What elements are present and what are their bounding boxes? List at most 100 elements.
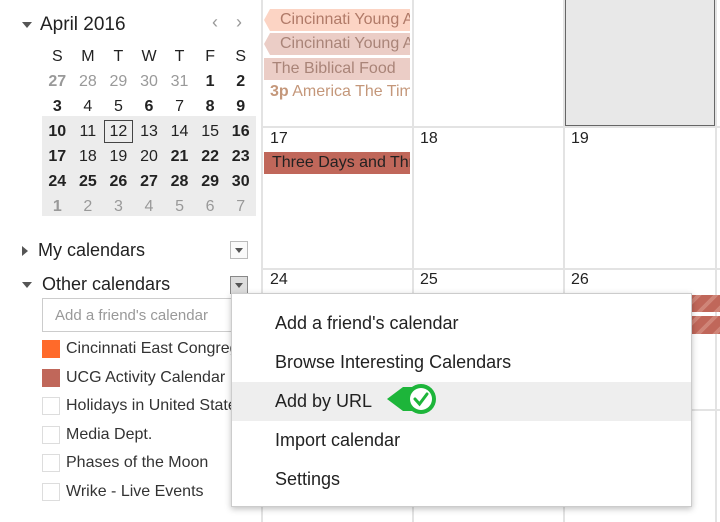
calendar-label: Media Dept. [66,425,153,443]
mini-calendar-day[interactable]: 7 [225,194,256,219]
mini-calendar-day[interactable]: 20 [134,144,165,169]
my-calendars-menu-button[interactable] [230,241,248,259]
grid-line [262,268,720,270]
day-number[interactable]: 24 [270,271,288,289]
mini-calendar-day[interactable]: 31 [164,69,195,94]
other-calendars-label: Other calendars [42,274,171,294]
mini-calendar-day[interactable]: 10 [42,119,73,144]
mini-calendar: SMTWTFS 27 28 29 30 31 1 2 3 4 5 6 7 8 9 10 11 12 13 14 15 1… [42,44,256,219]
mini-calendar-day[interactable]: 1 [42,194,73,219]
mini-calendar-day[interactable]: 16 [225,119,256,144]
mini-calendar-week: 17 18 19 20 21 22 23 [42,144,256,169]
mini-calendar-day[interactable]: 23 [225,144,256,169]
calendar-checkbox[interactable] [42,482,60,501]
mini-calendar-day[interactable]: 27 [134,169,165,194]
other-calendars-menu-button[interactable] [230,276,248,294]
my-calendars-label: My calendars [38,240,146,260]
mini-calendar-day[interactable]: 29 [103,69,134,94]
mini-calendar-day[interactable]: 25 [73,169,104,194]
weekday-label: F [205,48,216,65]
day-number[interactable]: 17 [270,130,288,148]
collapse-triangle-icon[interactable] [22,22,32,28]
mini-calendar-day[interactable]: 7 [164,94,195,119]
calendar-checkbox[interactable] [42,397,60,415]
calendar-list-item[interactable]: Phases of the Moon [42,454,242,472]
mini-calendar-day[interactable]: 27 [42,69,73,94]
grid-line [715,0,717,522]
prev-month-button[interactable]: ‹ [212,12,218,33]
mini-calendar-day[interactable]: 4 [73,94,104,119]
day-number[interactable]: 25 [420,271,438,289]
calendar-list-item[interactable]: Cincinnati East Congregation [42,340,242,358]
mini-calendar-day[interactable]: 2 [73,194,104,219]
calendar-list-item[interactable]: Holidays in United States [42,397,242,415]
day-number[interactable]: 18 [420,130,438,148]
grid-line [262,126,720,128]
menu-item-import[interactable]: Import calendar [232,421,691,460]
mini-calendar-day[interactable]: 14 [164,119,195,144]
expand-triangle-icon [22,245,28,256]
mini-calendar-day[interactable]: 3 [103,194,134,219]
mini-calendar-day[interactable]: 17 [42,144,73,169]
mini-calendar-day[interactable]: 30 [134,69,165,94]
event-chip[interactable]: The Biblical Food [264,58,410,80]
menu-item-add-friend[interactable]: Add a friend's calendar [232,304,691,343]
day-number[interactable]: 19 [571,130,589,148]
mini-calendar-day[interactable]: 6 [195,194,226,219]
calendar-color-swatch[interactable] [42,368,60,387]
mini-calendar-day[interactable]: 2 [225,69,256,94]
event-chip[interactable]: Cincinnati Young Adults [264,33,410,55]
calendar-list-item[interactable]: UCG Activity Calendar [42,368,242,387]
mini-calendar-day[interactable]: 3 [42,94,73,119]
mini-calendar-day[interactable]: 18 [73,144,104,169]
mini-calendar-day[interactable]: 24 [42,169,73,194]
calendar-checkbox[interactable] [42,454,60,472]
calendar-list-item[interactable]: Wrike - Live Events [42,482,242,501]
calendar-list-item[interactable]: Media Dept. [42,425,242,444]
weekday-label: W [141,48,157,65]
mini-calendar-day[interactable]: 8 [195,94,226,119]
mini-calendar-day[interactable]: 5 [103,94,134,119]
menu-item-settings[interactable]: Settings [232,460,691,499]
mini-calendar-week: 3456789 [42,94,256,119]
collapse-triangle-icon [22,281,32,288]
mini-calendar-day[interactable]: 1 [195,69,226,94]
mini-calendar-day[interactable]: 6 [134,94,165,119]
event-timed[interactable]: 3p America The Time [264,81,410,103]
calendar-label: Holidays in United States [66,397,242,414]
add-friend-calendar-input[interactable]: Add a friend's calendar [42,298,242,332]
calendar-checkbox[interactable] [42,425,60,444]
today-cell[interactable] [565,0,715,126]
mini-calendar-day[interactable]: 26 [103,169,134,194]
mini-calendar-day[interactable]: 4 [134,194,165,219]
calendar-label: Cincinnati East Congregation [66,340,242,357]
mini-calendar-day[interactable]: 5 [164,194,195,219]
mini-calendar-day[interactable]: 21 [164,144,195,169]
my-calendars-toggle[interactable]: My calendars [22,240,145,261]
mini-calendar-day[interactable]: 9 [225,94,256,119]
mini-calendar-day[interactable]: 30 [225,169,256,194]
weekday-label: T [174,48,185,65]
mini-calendar-day[interactable]: 19 [103,144,134,169]
mini-calendar-day[interactable]: 12 [103,119,134,144]
next-month-button[interactable]: › [236,12,242,33]
mini-calendar-day[interactable]: 28 [164,169,195,194]
mini-calendar-week: 24 25 26 27 28 29 30 [42,169,256,194]
mini-calendar-day[interactable]: 29 [195,169,226,194]
event-chip[interactable]: Three Days and Three Nights [264,152,410,174]
mini-calendar-day[interactable]: 28 [73,69,104,94]
mini-calendar-day[interactable]: 13 [134,119,165,144]
mini-calendar-day[interactable]: 22 [195,144,226,169]
other-calendars-toggle[interactable]: Other calendars [22,274,170,295]
mini-calendar-day[interactable]: 15 [195,119,226,144]
mini-calendar-week: 27 28 29 30 31 1 2 [42,69,256,94]
mini-calendar-day[interactable]: 11 [73,119,104,144]
weekday-header-row: S M TWT F S [42,44,256,69]
weekday-label: S [51,48,63,65]
calendar-color-swatch[interactable] [42,340,60,358]
event-chip[interactable]: Cincinnati Young Adults [264,9,410,31]
event-time: 3p [270,83,289,100]
menu-item-browse[interactable]: Browse Interesting Calendars [232,343,691,382]
day-number[interactable]: 26 [571,271,589,289]
menu-item-add-by-url[interactable]: Add by URL [232,382,691,421]
